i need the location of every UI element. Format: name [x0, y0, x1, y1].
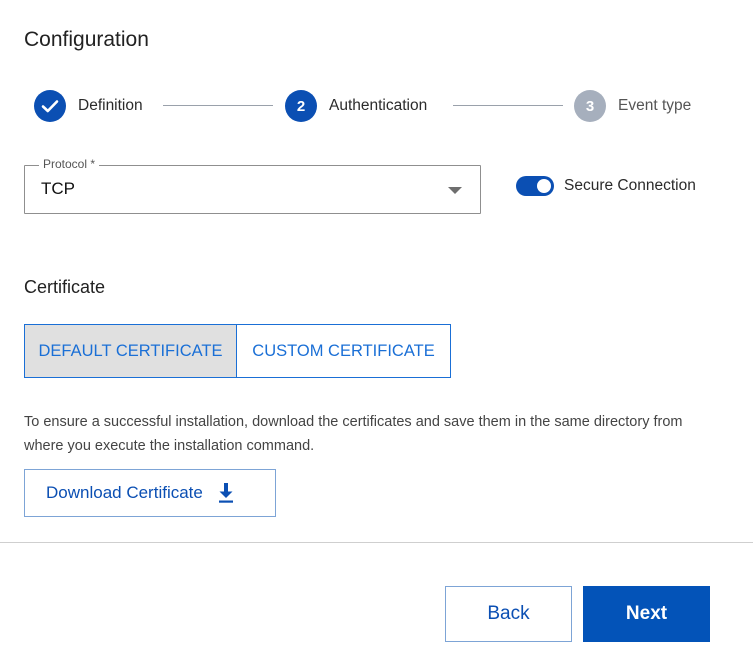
- toggle-knob: [537, 179, 551, 193]
- default-certificate-button[interactable]: DEFAULT CERTIFICATE: [25, 325, 237, 377]
- custom-certificate-button[interactable]: CUSTOM CERTIFICATE: [237, 325, 450, 377]
- back-button[interactable]: Back: [445, 586, 572, 642]
- next-button[interactable]: Next: [583, 586, 710, 642]
- step-completed-indicator: [34, 90, 66, 122]
- download-certificate-button[interactable]: Download Certificate: [24, 469, 276, 517]
- step-connector: [163, 105, 273, 106]
- step-connector: [453, 105, 563, 106]
- stepper: Definition 2 Authentication 3 Event type: [34, 89, 734, 123]
- page-title: Configuration: [24, 28, 149, 51]
- secure-connection-label: Secure Connection: [564, 177, 696, 194]
- secure-connection-toggle-group: Secure Connection: [516, 176, 696, 196]
- download-certificate-label: Download Certificate: [46, 483, 203, 502]
- caret-down-icon: [448, 187, 462, 194]
- download-icon: [218, 483, 233, 503]
- protocol-select[interactable]: Protocol * TCP: [24, 157, 481, 214]
- configuration-page: Configuration Definition 2 Authenticatio…: [0, 0, 753, 664]
- step-label: Event type: [618, 97, 692, 114]
- step-authentication[interactable]: 2 Authentication: [285, 89, 427, 123]
- step-definition[interactable]: Definition: [34, 89, 143, 123]
- step-event-type[interactable]: 3 Event type: [574, 89, 691, 123]
- step-number-badge: 3: [574, 90, 606, 122]
- protocol-value: TCP: [41, 179, 75, 198]
- certificate-heading: Certificate: [24, 277, 106, 297]
- step-label: Authentication: [329, 97, 428, 114]
- footer-divider: [0, 542, 753, 543]
- step-label: Definition: [78, 97, 143, 114]
- step-number-badge: 2: [285, 90, 317, 122]
- certificate-type-toggle: DEFAULT CERTIFICATE CUSTOM CERTIFICATE: [24, 324, 451, 378]
- certificate-info-text: To ensure a successful installation, dow…: [24, 414, 683, 454]
- secure-connection-toggle[interactable]: [516, 176, 554, 196]
- check-icon: [41, 100, 59, 113]
- protocol-label: Protocol *: [39, 157, 100, 171]
